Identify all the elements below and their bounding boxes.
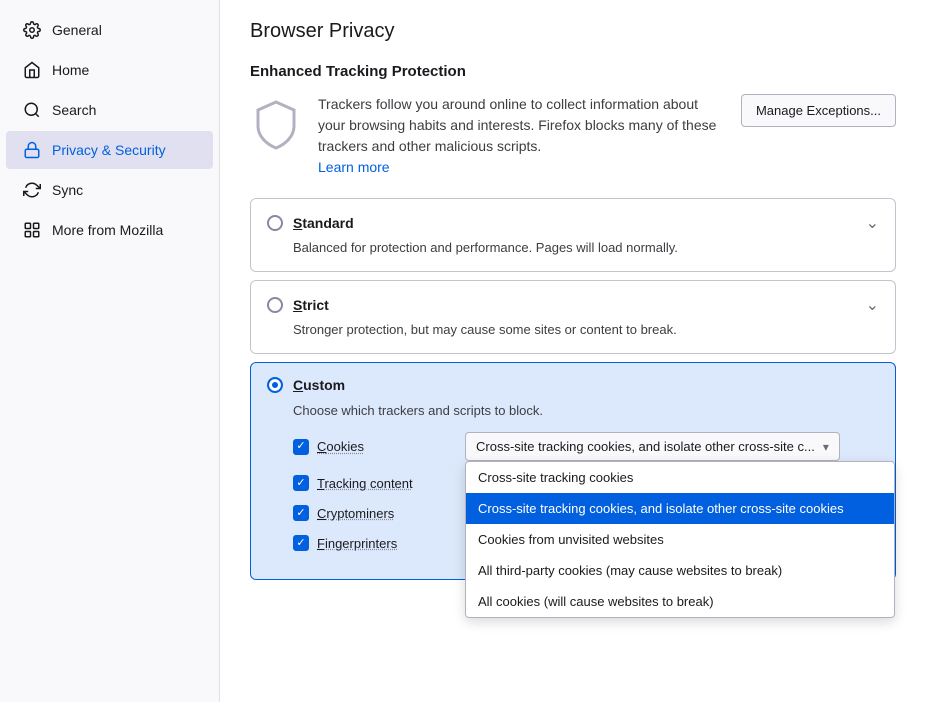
home-icon — [22, 60, 42, 80]
dropdown-option-4[interactable]: All third-party cookies (may cause websi… — [466, 555, 894, 586]
sidebar-label-home: Home — [52, 62, 89, 78]
sidebar-item-home[interactable]: Home — [6, 51, 213, 89]
shield-icon — [250, 98, 302, 153]
checkbox-cookies[interactable] — [293, 439, 309, 455]
cookies-dropdown-menu: Cross-site tracking cookies Cross-site t… — [465, 461, 895, 618]
option-custom[interactable]: Custom Choose which trackers and scripts… — [250, 362, 896, 580]
section-title: Enhanced Tracking Protection — [250, 63, 896, 80]
manage-exceptions-button[interactable]: Manage Exceptions... — [741, 94, 896, 127]
lock-icon — [22, 140, 42, 160]
page-title: Browser Privacy — [250, 20, 896, 43]
dropdown-option-3[interactable]: Cookies from unvisited websites — [466, 524, 894, 555]
dropdown-arrow-icon: ▾ — [823, 440, 829, 454]
cookies-dropdown-wrap: Cross-site tracking cookies, and isolate… — [465, 432, 840, 461]
checkbox-cryptominers[interactable] — [293, 505, 309, 521]
etp-block: Trackers follow you around online to col… — [250, 94, 896, 178]
main-content: Browser Privacy Enhanced Tracking Protec… — [220, 0, 926, 702]
dropdown-option-5[interactable]: All cookies (will cause websites to brea… — [466, 586, 894, 617]
radio-custom[interactable] — [267, 377, 283, 393]
learn-more-link[interactable]: Learn more — [318, 159, 390, 175]
checkbox-tracking[interactable] — [293, 475, 309, 491]
sidebar-label-privacy: Privacy & Security — [52, 142, 166, 158]
sidebar-item-mozilla[interactable]: More from Mozilla — [6, 211, 213, 249]
option-desc-standard: Balanced for protection and performance.… — [293, 239, 879, 257]
sidebar-item-search[interactable]: Search — [6, 91, 213, 129]
sidebar-label-mozilla: More from Mozilla — [52, 222, 163, 238]
custom-body: Choose which trackers and scripts to blo… — [293, 403, 879, 551]
checkbox-label-tracking: Tracking content — [317, 476, 413, 491]
sidebar-label-search: Search — [52, 102, 96, 118]
sidebar-label-sync: Sync — [52, 182, 83, 198]
radio-standard[interactable] — [267, 215, 283, 231]
option-label-custom: Custom — [293, 377, 345, 393]
cookies-dropdown-button[interactable]: Cross-site tracking cookies, and isolate… — [465, 432, 840, 461]
checkbox-label-cookies: Cookies — [317, 439, 364, 454]
sidebar-item-general[interactable]: General — [6, 11, 213, 49]
sidebar: General Home Search Privacy & Security S… — [0, 0, 220, 702]
checkbox-fingerprinters[interactable] — [293, 535, 309, 551]
search-icon — [22, 100, 42, 120]
sync-icon — [22, 180, 42, 200]
etp-description: Trackers follow you around online to col… — [318, 94, 725, 178]
option-desc-strict: Stronger protection, but may cause some … — [293, 321, 879, 339]
option-standard[interactable]: Standard ⌄ Balanced for protection and p… — [250, 198, 896, 272]
cookies-dropdown-value: Cross-site tracking cookies, and isolate… — [476, 439, 815, 454]
gear-icon — [22, 20, 42, 40]
mozilla-icon — [22, 220, 42, 240]
custom-desc: Choose which trackers and scripts to blo… — [293, 403, 879, 418]
sidebar-item-privacy[interactable]: Privacy & Security — [6, 131, 213, 169]
option-strict[interactable]: Strict ⌄ Stronger protection, but may ca… — [250, 280, 896, 354]
checkbox-label-cryptominers: Cryptominers — [317, 506, 394, 521]
sidebar-item-sync[interactable]: Sync — [6, 171, 213, 209]
chevron-standard: ⌄ — [866, 213, 879, 233]
option-label-standard: Standard — [293, 215, 354, 231]
dropdown-option-1[interactable]: Cross-site tracking cookies — [466, 462, 894, 493]
dropdown-option-2[interactable]: Cross-site tracking cookies, and isolate… — [466, 493, 894, 524]
sidebar-label-general: General — [52, 22, 102, 38]
checkbox-label-fingerprinters: Fingerprinters — [317, 536, 397, 551]
radio-strict[interactable] — [267, 297, 283, 313]
custom-row-cookies: Cookies Cross-site tracking cookies, and… — [293, 432, 879, 461]
chevron-strict: ⌄ — [866, 295, 879, 315]
option-label-strict: Strict — [293, 297, 329, 313]
